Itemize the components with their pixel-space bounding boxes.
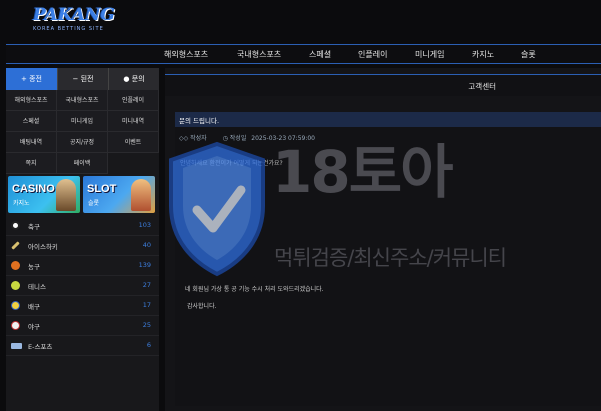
sport-name: 축구 — [28, 223, 40, 231]
soccer-ball-icon — [11, 221, 20, 230]
nav-item-domestic-sports[interactable]: 국내형스포츠 — [237, 49, 281, 60]
nav-item-minigame[interactable]: 미니게임 — [415, 49, 444, 60]
header: PAKANG KOREA BETTING SITE — [0, 0, 601, 44]
sport-count: 103 — [138, 221, 151, 229]
sport-count: 17 — [142, 301, 151, 309]
inquiry-title: 문의 드립니다. — [179, 117, 220, 125]
nav-item-inplay[interactable]: 인플레이 — [358, 49, 387, 60]
watermark-brand: 18토아 — [272, 138, 453, 206]
basketball-icon — [11, 261, 20, 270]
sport-name: 농구 — [28, 263, 40, 271]
hockey-stick-icon — [11, 241, 20, 250]
tab-inquiry[interactable]: ● 문의 — [108, 68, 159, 90]
sidebar-item-minigame[interactable]: 미니게임 — [57, 111, 108, 132]
casino-banner[interactable]: CASINO 카지노 — [8, 176, 80, 213]
tab-withdraw[interactable]: − 된전 — [57, 68, 108, 90]
sport-row-soccer[interactable]: 축구 103 — [6, 216, 159, 236]
sidebar-item-mini-history[interactable]: 미니내역 — [108, 111, 159, 132]
inquiry-header: 문의 드립니다. — [175, 112, 601, 127]
sport-row-volleyball[interactable]: 배구 17 — [6, 296, 159, 316]
casino-character-image — [56, 179, 76, 211]
sport-count: 6 — [146, 341, 151, 349]
baseball-icon — [11, 321, 20, 330]
logo-subtext: KOREA BETTING SITE — [33, 26, 104, 32]
sport-row-basketball[interactable]: 농구 139 — [6, 256, 159, 276]
answer-text: 네 회원님 가상 통 공 기능 수시 처리 도와드리겠습니다. — [185, 286, 324, 293]
slot-banner-title: SLOT — [87, 183, 117, 195]
sidebar: + 종전 − 된전 ● 문의 해외형스포츠 국내형스포츠 인플레이 스페셜 미니… — [6, 68, 159, 411]
sidebar-item-event[interactable]: 이벤트 — [108, 132, 159, 153]
nav-item-slot[interactable]: 슬롯 — [521, 49, 536, 60]
sidebar-item-overseas-sports[interactable]: 해외형스포츠 — [6, 90, 57, 111]
top-navigation: 해외형스포츠 국내형스포츠 스페셜 인플레이 미니게임 카지노 슬롯 — [6, 44, 601, 64]
sport-name: E-스포츠 — [28, 343, 53, 351]
sport-name: 야구 — [28, 323, 40, 331]
sidebar-tabs: + 종전 − 된전 ● 문의 — [6, 68, 159, 90]
sidebar-item-payback[interactable]: 페이백 — [57, 153, 108, 174]
page: PAKANG KOREA BETTING SITE 해외형스포츠 국내형스포츠 … — [0, 0, 601, 411]
sport-row-baseball[interactable]: 야구 25 — [6, 316, 159, 336]
sport-row-ice-hockey[interactable]: 아이스하키 40 — [6, 236, 159, 256]
casino-banner-title: CASINO — [12, 183, 55, 195]
sport-count: 139 — [138, 261, 151, 269]
sidebar-item-message[interactable]: 쪽지 — [6, 153, 57, 174]
sport-name: 아이스하키 — [28, 243, 58, 251]
answer-regards: 감사합니다. — [187, 303, 217, 310]
sidebar-item-inplay[interactable]: 인플레이 — [108, 90, 159, 111]
slot-character-image — [131, 179, 151, 211]
slot-banner[interactable]: SLOT 슬롯 — [83, 176, 155, 213]
nav-item-casino[interactable]: 카지노 — [472, 49, 494, 60]
sport-count: 25 — [142, 321, 151, 329]
sidebar-item-domestic-sports[interactable]: 국내형스포츠 — [57, 90, 108, 111]
watermark-tagline: 먹튀검증/최신주소/커뮤니티 — [274, 246, 507, 270]
page-title: 고객센터 — [468, 82, 496, 91]
sidebar-item-notice-rules[interactable]: 공지/규정 — [57, 132, 108, 153]
sport-row-tennis[interactable]: 테니스 27 — [6, 276, 159, 296]
volleyball-icon — [11, 301, 20, 310]
watermark-shield-logo — [165, 140, 269, 278]
sport-count: 27 — [142, 281, 151, 289]
logo-text: PAKANG — [33, 5, 116, 25]
sport-count: 40 — [142, 241, 151, 249]
sport-row-esports[interactable]: E-스포츠 6 — [6, 336, 159, 356]
slot-banner-subtitle: 슬롯 — [88, 200, 100, 207]
sidebar-item-bet-history[interactable]: 배팅내역 — [6, 132, 57, 153]
site-logo[interactable]: PAKANG KOREA BETTING SITE — [33, 6, 123, 34]
sidebar-item-special[interactable]: 스페셜 — [6, 111, 57, 132]
tennis-ball-icon — [11, 281, 20, 290]
tab-deposit[interactable]: + 종전 — [6, 68, 57, 90]
nav-item-special[interactable]: 스페셜 — [309, 49, 331, 60]
nav-item-overseas-sports[interactable]: 해외형스포츠 — [164, 49, 208, 60]
esports-icon — [11, 343, 22, 349]
casino-banner-subtitle: 카지노 — [13, 200, 30, 207]
sport-name: 테니스 — [28, 283, 46, 291]
sport-name: 배구 — [28, 303, 40, 311]
main-header: 고객센터 — [165, 74, 601, 96]
